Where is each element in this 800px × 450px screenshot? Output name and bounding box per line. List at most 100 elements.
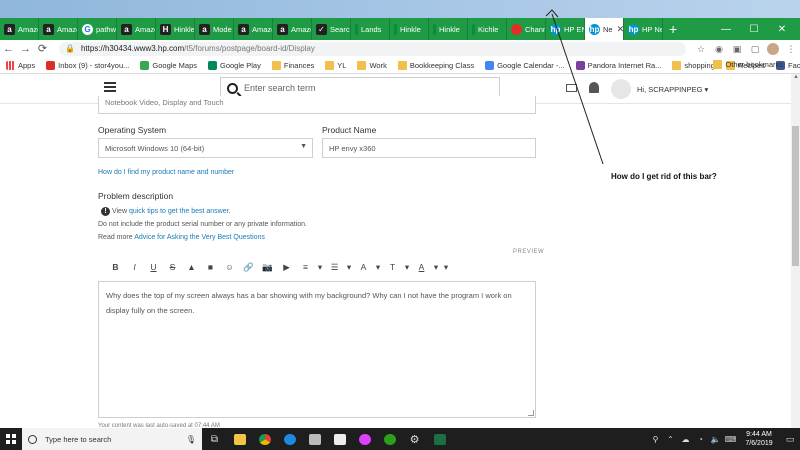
avatar[interactable] — [611, 79, 631, 99]
star-icon[interactable]: ☆ — [695, 43, 707, 55]
message-body-textarea[interactable]: Why does the top of my screen always has… — [98, 281, 536, 418]
notification-icon[interactable]: ▭ — [780, 434, 800, 445]
browser-tab[interactable]: a Mode — [195, 18, 234, 40]
scroll-up-icon[interactable]: ▲ — [793, 74, 799, 80]
browser-tab[interactable]: Lands — [351, 18, 390, 40]
bookmark-google-calendar[interactable]: Google Calendar -... — [485, 60, 565, 70]
bookmark-inbox[interactable]: Inbox (9) - stor4you... — [46, 60, 129, 70]
bookmark-apps[interactable]: Apps — [6, 60, 35, 70]
browser-tab[interactable]: Gpathw — [78, 18, 117, 40]
bookmark-google-play[interactable]: Google Play — [208, 60, 261, 70]
minimize-button[interactable]: — — [712, 24, 740, 35]
excel-button[interactable] — [427, 428, 452, 450]
bookmark-google-maps[interactable]: Google Maps — [140, 60, 197, 70]
hamburger-menu-icon[interactable] — [104, 82, 116, 92]
close-window-button[interactable]: ✕ — [768, 24, 796, 35]
task-view-button[interactable]: ⧉ — [202, 428, 227, 450]
browser-tab[interactable]: aAmazo — [39, 18, 78, 40]
forward-button[interactable]: → — [17, 43, 34, 55]
network-icon[interactable]: ◔ — [693, 435, 708, 444]
text-size-icon[interactable]: T — [383, 262, 402, 272]
start-button[interactable] — [0, 428, 22, 450]
advice-link[interactable]: Advice for Asking the Very Best Question… — [134, 234, 265, 241]
chevron-up-icon[interactable]: ⌃ — [663, 435, 678, 444]
browser-tab[interactable]: H Hinkle — [156, 18, 195, 40]
emoji-icon[interactable]: ☺ — [220, 262, 239, 272]
chrome-button[interactable] — [252, 428, 277, 450]
cloud-icon[interactable]: ☁ — [678, 435, 693, 444]
quick-tips-link[interactable]: quick tips to get the best answer — [129, 208, 229, 215]
product-name-input[interactable]: HP envy x360 — [322, 138, 536, 158]
browser-tab[interactable]: hp HP Ne — [624, 18, 663, 40]
bookmark-shopping[interactable]: shopping — [672, 60, 715, 70]
settings-button[interactable]: ⚙ — [402, 428, 427, 450]
edge-button[interactable] — [277, 428, 302, 450]
bookmark-finances[interactable]: Finances — [271, 60, 314, 70]
find-product-link[interactable]: How do I find my product name and number — [98, 169, 234, 176]
chevron-down-icon[interactable]: ▾ — [344, 262, 354, 273]
calculator-button[interactable] — [302, 428, 327, 450]
taskbar-search-input[interactable]: Type here to search 🎙 — [22, 428, 202, 450]
link-icon[interactable]: 🔗 — [239, 262, 258, 273]
media-icon[interactable]: ▶ — [277, 262, 296, 273]
file-explorer-button[interactable] — [227, 428, 252, 450]
chevron-down-icon[interactable]: ▾ — [431, 262, 441, 273]
people-icon[interactable]: ⚲ — [648, 435, 663, 444]
reload-button[interactable]: ⟳ — [34, 42, 51, 55]
video-icon[interactable]: ■ — [201, 262, 220, 272]
italic-button[interactable]: I — [125, 262, 144, 272]
underline-button[interactable]: U — [144, 262, 163, 272]
mail-app-button[interactable] — [327, 428, 352, 450]
browser-tab-active[interactable]: hp Ne ✕ — [585, 18, 624, 40]
browser-tab[interactable]: aAmazo — [117, 18, 156, 40]
menu-icon[interactable]: ⋮ — [785, 43, 797, 55]
bookmark-pandora[interactable]: Pandora Internet Ra... — [575, 60, 661, 70]
system-clock[interactable]: 9:44 AM 7/6/2019 — [738, 430, 780, 448]
other-bookmarks[interactable]: Other bookmarks — [713, 60, 783, 69]
browser-tab[interactable]: aAmazo — [0, 18, 39, 40]
more-options-icon[interactable]: ▾ — [441, 262, 451, 273]
user-menu[interactable]: Hi, SCRAPPINPEG ▾ — [637, 85, 708, 94]
browser-tab[interactable]: Kichle — [468, 18, 507, 40]
browser-tab[interactable]: Hinkle — [429, 18, 468, 40]
preview-button[interactable]: PREVIEW — [513, 249, 544, 255]
new-tab-button[interactable]: + — [669, 21, 683, 37]
keyboard-icon[interactable]: ⌨ — [723, 435, 738, 444]
font-color-icon[interactable]: A — [412, 262, 431, 272]
browser-tab[interactable]: aAmazo — [273, 18, 312, 40]
extension-icon[interactable]: ▣ — [731, 43, 743, 55]
chevron-down-icon[interactable]: ▾ — [402, 262, 412, 273]
bell-icon[interactable] — [589, 82, 599, 93]
extension-icon[interactable]: ◉ — [713, 43, 725, 55]
font-icon[interactable]: A — [354, 262, 373, 272]
bullet-list-icon[interactable]: ☰ — [325, 262, 344, 273]
quickbooks-button[interactable] — [377, 428, 402, 450]
browser-tab[interactable]: hp HP EN — [546, 18, 585, 40]
chevron-down-icon[interactable]: ▾ — [315, 262, 325, 273]
profile-avatar[interactable] — [767, 42, 779, 55]
strikethrough-button[interactable]: S — [163, 262, 182, 272]
back-button[interactable]: ← — [0, 43, 17, 55]
board-select[interactable]: Notebook Video, Display and Touch — [98, 96, 536, 114]
os-select[interactable]: Microsoft Windows 10 (64-bit) ▼ — [98, 138, 313, 158]
camera-icon[interactable]: 📷 — [258, 262, 277, 273]
numbered-list-icon[interactable]: ≡ — [296, 262, 315, 272]
chevron-down-icon[interactable]: ▾ — [373, 262, 383, 273]
browser-tab[interactable]: ✓Search — [312, 18, 351, 40]
browser-tab[interactable]: aAmazo — [234, 18, 273, 40]
url-input[interactable]: 🔒 https://h30434.www3.hp.com/t5/forums/p… — [59, 41, 686, 56]
mail-icon[interactable] — [566, 84, 577, 92]
maximize-button[interactable]: ☐ — [740, 24, 768, 35]
microphone-icon[interactable]: 🎙 — [186, 435, 196, 444]
bookmark-yl[interactable]: YL — [325, 60, 346, 70]
scroll-thumb[interactable] — [792, 126, 799, 266]
maps-app-button[interactable] — [352, 428, 377, 450]
resize-handle-icon[interactable] — [528, 410, 534, 416]
bookmark-bookkeeping[interactable]: Bookkeeping Class — [397, 60, 474, 70]
browser-tab[interactable]: Chann — [507, 18, 546, 40]
extension-icon[interactable]: ▢ — [749, 43, 761, 55]
scrollbar[interactable]: ▲ — [791, 74, 800, 428]
bookmark-work[interactable]: Work — [357, 60, 387, 70]
bold-button[interactable]: B — [106, 262, 125, 272]
volume-icon[interactable]: 🔈 — [708, 435, 723, 444]
